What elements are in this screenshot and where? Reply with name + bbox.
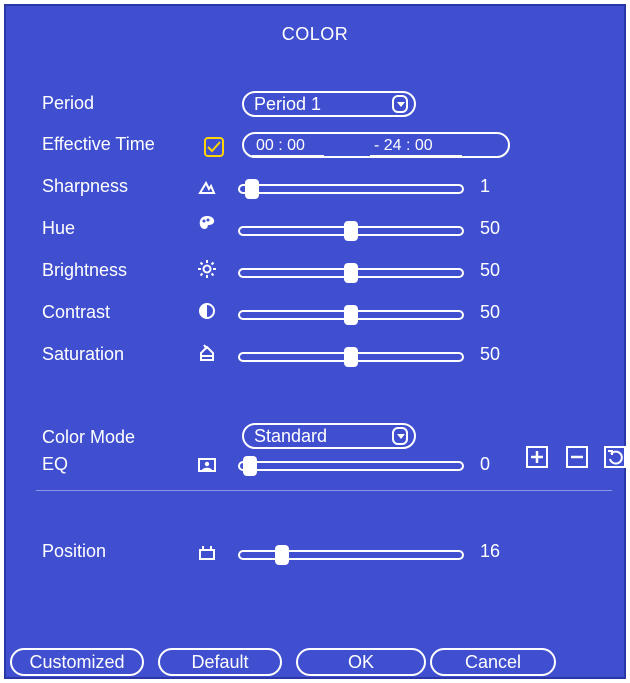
chevron-down-icon[interactable] (392, 427, 408, 445)
ok-button[interactable]: OK (296, 648, 426, 676)
sharpness-label: Sharpness (42, 176, 129, 196)
checkmark-icon (207, 141, 221, 153)
hue-value: 50 (480, 218, 501, 238)
brightness-slider-thumb[interactable] (344, 263, 358, 283)
customized-button[interactable]: Customized (10, 648, 144, 676)
color-settings-window: COLOR Period Period 1 Effective Time 00 … (4, 4, 626, 679)
end-time-field[interactable]: - 24 : 00 (370, 137, 462, 157)
sharpness-slider[interactable] (238, 179, 464, 199)
period-label: Period (42, 93, 95, 113)
contrast-icon (198, 302, 216, 320)
contrast-slider[interactable] (238, 305, 464, 325)
plus-icon (531, 451, 543, 463)
position-value: 16 (480, 541, 501, 561)
contrast-value: 50 (480, 302, 501, 322)
eq-value: 0 (480, 454, 491, 474)
add-button[interactable] (526, 446, 548, 468)
refresh-icon (608, 450, 623, 465)
brightness-slider[interactable] (238, 263, 464, 283)
position-slider-thumb[interactable] (275, 545, 290, 565)
sharpness-slider-thumb[interactable] (245, 179, 260, 199)
saturation-slider-thumb[interactable] (344, 347, 358, 367)
position-label: Position (42, 541, 107, 561)
sharpness-icon (198, 178, 216, 196)
effective-time-range: 00 : 00 - 24 : 00 (242, 132, 510, 158)
saturation-icon (198, 344, 216, 362)
effective-time-label: Effective Time (42, 134, 155, 154)
period-value: Period 1 (254, 94, 322, 114)
color-mode-label: Color Mode (42, 427, 136, 447)
brightness-label: Brightness (42, 260, 128, 280)
window-title: COLOR (281, 24, 349, 44)
brightness-sun-icon (198, 260, 216, 278)
contrast-slider-thumb[interactable] (344, 305, 358, 325)
cancel-button[interactable]: Cancel (430, 648, 556, 676)
sharpness-value: 1 (480, 176, 491, 196)
chevron-down-icon[interactable] (392, 95, 408, 113)
position-slider[interactable] (238, 545, 464, 565)
color-mode-value: Standard (254, 426, 328, 446)
eq-slider-thumb[interactable] (243, 456, 257, 476)
eq-icon (198, 456, 216, 474)
saturation-value: 50 (480, 344, 501, 364)
hue-slider-thumb[interactable] (344, 221, 358, 241)
default-button[interactable]: Default (158, 648, 282, 676)
refresh-button[interactable] (604, 446, 626, 468)
position-icon (198, 544, 216, 562)
saturation-slider[interactable] (238, 347, 464, 367)
eq-label: EQ (42, 454, 69, 474)
remove-button[interactable] (566, 446, 588, 468)
minus-icon (571, 455, 583, 459)
hue-slider[interactable] (238, 221, 464, 241)
section-divider (36, 490, 612, 491)
effective-time-checkbox[interactable] (204, 137, 224, 157)
hue-label: Hue (42, 218, 76, 238)
contrast-label: Contrast (42, 302, 111, 322)
saturation-label: Saturation (42, 344, 125, 364)
period-dropdown[interactable]: Period 1 (242, 91, 416, 117)
color-mode-dropdown[interactable]: Standard (242, 423, 416, 449)
eq-slider[interactable] (238, 456, 464, 476)
brightness-value: 50 (480, 260, 501, 280)
start-time-field[interactable]: 00 : 00 (252, 137, 324, 157)
hue-palette-icon (198, 214, 216, 232)
